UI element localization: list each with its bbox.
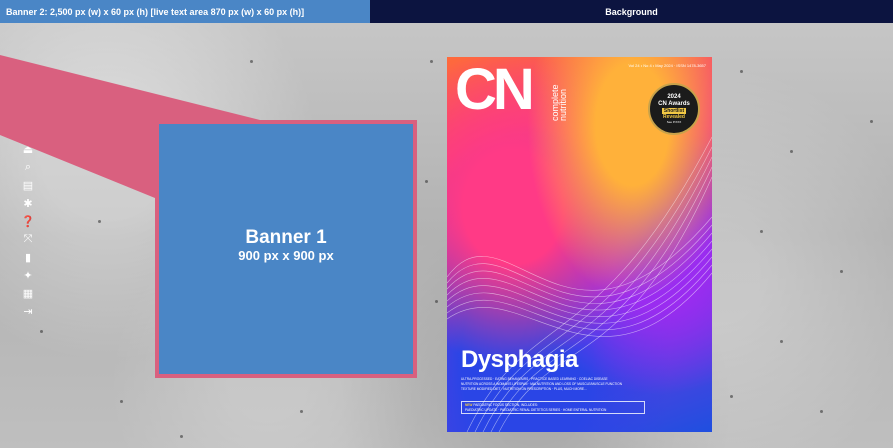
cloud-upload-icon[interactable]: ⏏ — [21, 142, 35, 156]
cover-logo: CN — [455, 57, 535, 122]
background-label: Background — [370, 0, 893, 23]
grid-icon[interactable]: ▦ — [21, 286, 35, 300]
search-icon[interactable]: ⌕ — [21, 160, 35, 174]
top-bar: Banner 2: 2,500 px (w) x 60 px (h) [live… — [0, 0, 893, 23]
cover-logo-subtitle: complete nutrition — [550, 84, 568, 121]
cover-feature-box: NEW PAEDIATRIC FOCUS SECTION, INCLUDES: … — [461, 401, 645, 414]
bookmark-icon[interactable]: ▮ — [21, 250, 35, 264]
award-badge: 2024 CN Awards Shortlist Revealed See P.… — [648, 83, 700, 135]
cover-line: TEXTURE MODIFIED DIET · NUTRITION ON PRE… — [461, 387, 587, 391]
feature-line-1: PAEDIATRIC FOCUS SECTION, INCLUDES: — [473, 403, 538, 407]
pin-icon[interactable]: ✦ — [21, 268, 35, 282]
banner1-title: Banner 1 — [245, 227, 327, 248]
cover-meta: Vol 24 • No 4 • May 2024 · ISSN 1478-365… — [628, 63, 706, 68]
banner1-size: 900 px x 900 px — [238, 248, 334, 263]
gear-icon[interactable]: ✱ — [21, 196, 35, 210]
help-icon[interactable]: ❓ — [21, 214, 35, 228]
cover-title: Dysphagia — [461, 346, 578, 373]
cover-topic-lines: ULTRA-PROCESSED · EATING BEHAVIOURS · PR… — [461, 377, 701, 392]
award-year: 2024 — [667, 94, 681, 100]
document-icon[interactable]: ▤ — [21, 178, 35, 192]
side-toolbar: ⏏ ⌕ ▤ ✱ ❓ ⤧ ▮ ✦ ▦ ⇥ — [18, 142, 38, 318]
new-tag: NEW — [465, 403, 473, 407]
feature-line-2: PAEDIATRIC UPDATE · PAEDIATRIC RENAL DIE… — [465, 408, 607, 412]
magazine-cover: CN complete nutrition Vol 24 • No 4 • May… — [447, 57, 712, 432]
award-page: See P.XXX — [666, 120, 682, 124]
exit-icon[interactable]: ⇥ — [21, 304, 35, 318]
award-name: CN Awards — [658, 101, 690, 107]
banner1-placeholder: Banner 1 900 px x 900 px — [155, 120, 417, 378]
banner2-label: Banner 2: 2,500 px (w) x 60 px (h) [live… — [0, 0, 370, 23]
fullscreen-icon[interactable]: ⤧ — [21, 232, 35, 246]
